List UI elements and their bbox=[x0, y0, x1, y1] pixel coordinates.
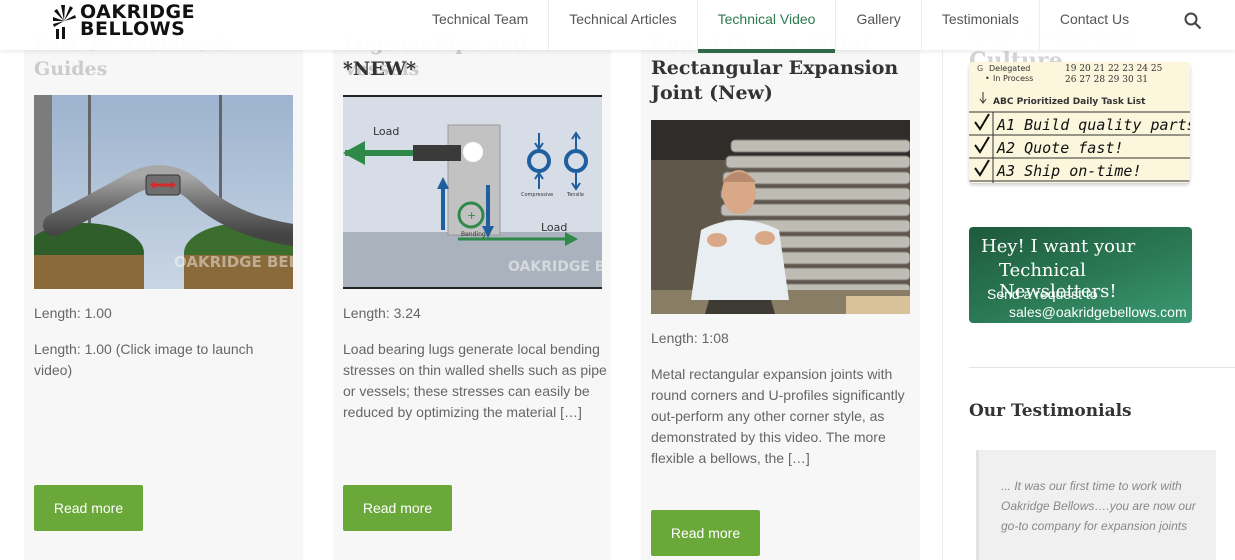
read-more-button[interactable]: Read more bbox=[343, 485, 452, 531]
task-list-heading: ABC Prioritized Daily Task List bbox=[993, 97, 1146, 107]
newsletter-line1: Hey! I want your bbox=[981, 236, 1136, 257]
newsletter-email[interactable]: sales@oakridgebellows.com bbox=[1009, 304, 1187, 320]
nav-technical-articles[interactable]: Technical Articles bbox=[549, 0, 698, 50]
post-title-line2[interactable]: Rectangular Expansion bbox=[651, 56, 898, 81]
diagram-label-compressive: Compressive bbox=[521, 192, 553, 198]
thumbnail-watermark: OAKRIDGE BELLOWS bbox=[508, 259, 602, 275]
site-logo[interactable]: OAKRIDGE BELLOWS bbox=[52, 3, 195, 39]
task-dates-row1: 19 20 21 22 23 24 25 bbox=[1065, 64, 1163, 74]
lug-load-diagram: Load + Bending Load Compressive Tensile … bbox=[343, 95, 602, 289]
testimonials-title: Our Testimonials bbox=[969, 401, 1132, 421]
nav-technical-video[interactable]: Technical Video bbox=[697, 0, 837, 53]
search-icon[interactable] bbox=[1184, 12, 1202, 30]
read-more-button[interactable]: Read more bbox=[651, 510, 760, 556]
logo-fan-icon bbox=[53, 5, 76, 39]
sidebar-divider bbox=[969, 367, 1235, 368]
post-excerpt: Metal rectangular expansion joints with … bbox=[651, 366, 905, 466]
video-thumbnail[interactable]: Load + Bending Load Compressive Tensile … bbox=[343, 95, 602, 289]
video-post-2: Lugs on Pipe and Vessels *NEW* Load + Be… bbox=[333, 0, 611, 560]
svg-text:G: G bbox=[977, 64, 983, 73]
expansion-joint-video-still bbox=[651, 120, 910, 314]
nav-testimonials[interactable]: Testimonials bbox=[922, 0, 1040, 50]
task-legend-delegated: Delegated bbox=[989, 64, 1030, 73]
svg-text:•: • bbox=[985, 74, 990, 83]
sidebar: Our Company Culture G Delegated • In Pro… bbox=[942, 0, 1235, 560]
post-excerpt: Length: 1.00 (Click image to launch vide… bbox=[34, 341, 254, 378]
video-thumbnail[interactable] bbox=[651, 120, 910, 314]
nav-gallery[interactable]: Gallery bbox=[836, 0, 922, 50]
newsletter-line3: Send a request to bbox=[987, 286, 1098, 302]
diagram-label-load-top: Load bbox=[373, 125, 399, 138]
task-legend-in-process: In Process bbox=[993, 74, 1033, 83]
video-length: Length: 1.00 bbox=[34, 305, 112, 321]
diagram-label-bending: Bending bbox=[461, 231, 486, 238]
video-length: Length: 1:08 bbox=[651, 330, 729, 346]
task-item-3: A3 Ship on-time! bbox=[996, 162, 1142, 180]
read-more-button[interactable]: Read more bbox=[34, 485, 143, 531]
bellows-pipe-illustration: OAKRIDGE BELLOWS bbox=[34, 95, 293, 289]
testimonial-quote: ... It was our first time to work with O… bbox=[976, 450, 1216, 560]
video-post-1: Part 3 - Anchors & Guides OAKR bbox=[24, 0, 303, 560]
thumbnail-watermark: OAKRIDGE BELLOWS bbox=[174, 253, 293, 271]
main-nav: Technical Team Technical Articles Techni… bbox=[412, 0, 1149, 53]
svg-text:+: + bbox=[467, 209, 476, 222]
video-length: Length: 3.24 bbox=[343, 305, 421, 321]
logo-line2: BELLOWS bbox=[80, 18, 186, 40]
nav-contact-us[interactable]: Contact Us bbox=[1040, 0, 1149, 50]
task-item-2: A2 Quote fast! bbox=[996, 139, 1123, 157]
daily-task-list-image[interactable]: G Delegated • In Process 19 20 21 22 23 … bbox=[969, 62, 1190, 183]
site-header: OAKRIDGE BELLOWS Technical Team Technica… bbox=[0, 0, 1235, 53]
task-dates-row2: 26 27 28 29 30 31 bbox=[1065, 75, 1148, 85]
post-title[interactable]: *NEW* bbox=[343, 57, 416, 82]
task-item-1: A1 Build quality parts! bbox=[996, 116, 1190, 134]
diagram-label-tensile: Tensile bbox=[566, 192, 584, 198]
video-post-3: Round Corner Metal Rectangular Expansion… bbox=[641, 0, 920, 560]
post-excerpt: Load bearing lugs generate local bending… bbox=[343, 341, 607, 420]
video-thumbnail[interactable]: OAKRIDGE BELLOWS bbox=[34, 95, 293, 289]
nav-technical-team[interactable]: Technical Team bbox=[412, 0, 550, 50]
diagram-label-load-bottom: Load bbox=[541, 221, 567, 234]
newsletter-signup-banner[interactable]: Hey! I want your Technical Newsletters! … bbox=[969, 227, 1192, 323]
post-title-line3[interactable]: Joint (New) bbox=[651, 81, 773, 106]
